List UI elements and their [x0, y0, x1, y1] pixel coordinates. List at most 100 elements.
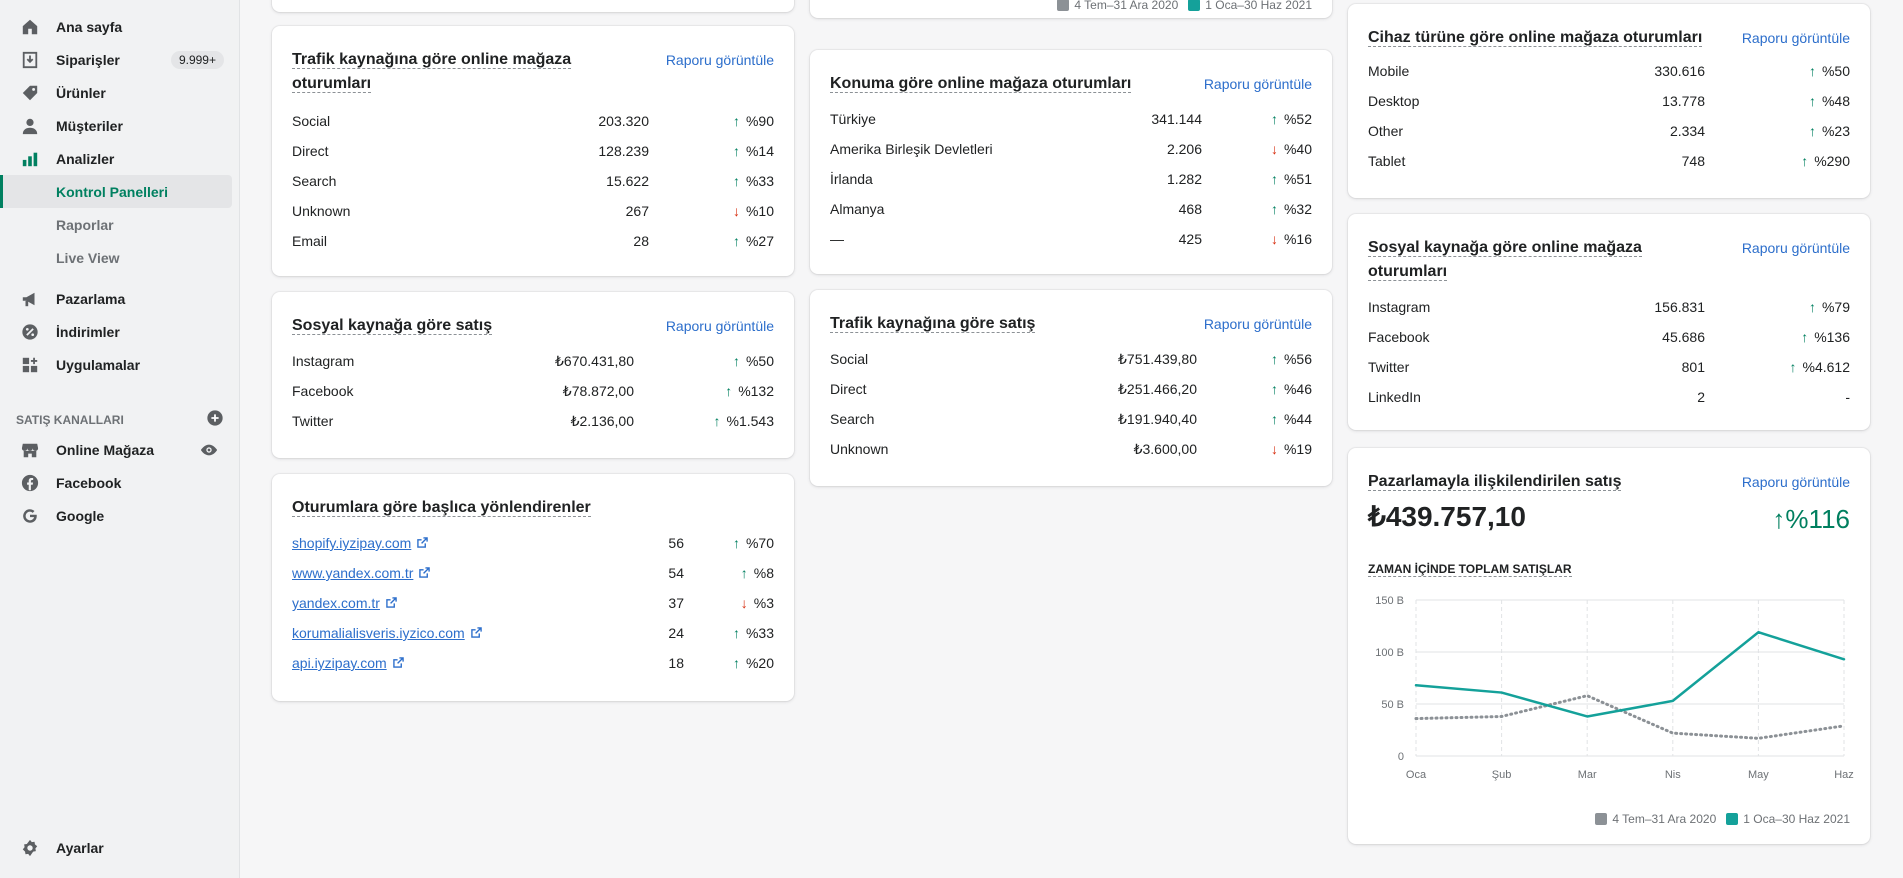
row-value: 128.239 [598, 143, 649, 159]
change-value: %23 [1821, 123, 1850, 139]
row-label: Amerika Birleşik Devletleri [830, 141, 993, 157]
row-change: ↓ %16 [1202, 231, 1312, 247]
arrow-up-icon: ↑ [1801, 153, 1809, 169]
card-title: Trafik kaynağına göre satış [830, 315, 1036, 333]
row-change: ↓ %10 [649, 203, 774, 219]
referrer-link[interactable]: www.yandex.com.tr [292, 565, 431, 581]
eye-icon[interactable] [200, 441, 218, 459]
sidebar-subitem-reports[interactable]: Raporlar [0, 208, 232, 241]
sidebar-item-google[interactable]: Google [0, 499, 232, 532]
bar-chart-icon [20, 149, 40, 169]
arrow-down-icon: ↓ [1270, 231, 1278, 247]
change-value: %40 [1283, 141, 1312, 157]
row-value: 156.831 [1654, 299, 1705, 315]
row-value: 425 [1178, 231, 1202, 247]
row-label: LinkedIn [1368, 389, 1421, 405]
y-tick-label: 100 B [1375, 647, 1404, 659]
sidebar-subitem-live-view[interactable]: Live View [0, 241, 232, 274]
referrer-link[interactable]: api.iyzipay.com [292, 655, 404, 671]
view-report-link[interactable]: Raporu görüntüle [666, 318, 774, 334]
row-change: ↓ %3 [684, 595, 774, 611]
sidebar-item-customers[interactable]: Müşteriler [0, 109, 232, 142]
change-value: %1.543 [726, 413, 774, 429]
sales-channels-label: SATIŞ KANALLARI [16, 412, 124, 427]
legend-swatch-prev [1057, 0, 1070, 11]
row-label: Twitter [1368, 359, 1410, 375]
referrer-link[interactable]: yandex.com.tr [292, 595, 397, 611]
sidebar-subitem-dashboards[interactable]: Kontrol Panelleri [0, 175, 232, 208]
row-value: 267 [625, 203, 649, 219]
change-value: %27 [745, 233, 774, 249]
row-label: Facebook [292, 383, 354, 399]
referrer-row: www.yandex.com.tr 54 ↑ %8 [292, 558, 774, 588]
row-label: Türkiye [830, 111, 876, 127]
view-report-link[interactable]: Raporu görüntüle [1742, 474, 1850, 490]
arrow-up-icon: ↑ [1270, 171, 1278, 187]
table-row: Unknown ₺3.600,00 ↓ %19 [830, 434, 1312, 464]
view-report-link[interactable]: Raporu görüntüle [1204, 316, 1312, 332]
arrow-up-icon: ↑ [1808, 63, 1816, 79]
row-value: 24 [668, 625, 684, 641]
sidebar-item-online-store[interactable]: Online Mağaza [0, 433, 232, 466]
tag-icon [20, 83, 40, 103]
external-link-icon [386, 595, 397, 611]
sales-over-time-chart: 0 50 B 100 B 150 B Oca Şub Mar Nis May Haz [1375, 595, 1854, 781]
row-change: ↑ %4.612 [1705, 359, 1850, 375]
view-report-link[interactable]: Raporu görüntüle [1204, 76, 1312, 92]
row-label: Instagram [292, 353, 355, 369]
legend-swatch-current [1726, 813, 1739, 825]
row-value: 37 [668, 595, 684, 611]
row-change: - [1705, 389, 1850, 405]
referrer-link-text: korumalialisveris.iyzico.com [292, 625, 465, 641]
sidebar-item-home[interactable]: Ana sayfa [0, 10, 232, 43]
sidebar-item-orders[interactable]: Siparişler 9.999+ [0, 43, 232, 76]
arrow-up-icon: ↑ [732, 143, 740, 159]
row-label: yandex.com.tr [292, 595, 624, 611]
change-value: %132 [738, 383, 774, 399]
add-channel-icon[interactable] [206, 409, 224, 430]
referrer-link[interactable]: korumalialisveris.iyzico.com [292, 625, 482, 641]
arrow-up-icon: ↑ [1808, 123, 1816, 139]
sidebar-item-discounts[interactable]: İndirimler [0, 315, 232, 348]
referrer-link[interactable]: shopify.iyzipay.com [292, 535, 429, 551]
arrow-up-icon: ↑ [1801, 329, 1809, 345]
card-top-referrers: Oturumlara göre başlıca yönlendirenler s… [272, 474, 794, 701]
view-report-link[interactable]: Raporu görüntüle [1742, 240, 1850, 256]
sidebar-item-settings[interactable]: Ayarlar [0, 831, 232, 864]
arrow-up-icon: ↑ [732, 233, 740, 249]
change-value: %8 [753, 565, 774, 581]
sidebar-item-apps[interactable]: Uygulamalar [0, 348, 232, 381]
row-change: ↑ %50 [634, 353, 774, 369]
card-location-sessions: Konuma göre online mağaza oturumları Rap… [810, 50, 1332, 274]
y-tick-label: 0 [1398, 751, 1404, 763]
sales-channels-heading: SATIŞ KANALLARI [16, 409, 224, 430]
sidebar-item-products[interactable]: Ürünler [0, 76, 232, 109]
row-label: Almanya [830, 201, 885, 217]
row-value: 15.622 [606, 173, 649, 189]
sidebar-item-label: Kontrol Panelleri [56, 183, 169, 200]
arrow-up-icon: ↑ [732, 655, 740, 671]
arrow-down-icon: ↓ [732, 203, 740, 219]
google-icon [20, 506, 40, 526]
table-row: Türkiye 341.144 ↑ %52 [830, 104, 1312, 134]
arrow-up-icon: ↑ [1270, 201, 1278, 217]
view-report-link[interactable]: Raporu görüntüle [666, 52, 774, 68]
table-row: Unknown 267 ↓ %10 [292, 196, 774, 226]
sidebar-item-marketing[interactable]: Pazarlama [0, 282, 232, 315]
row-label: Search [292, 173, 337, 189]
change-value: - [1845, 389, 1850, 405]
arrow-up-icon: ↑ [1270, 351, 1278, 367]
legend-label-prev: 4 Tem–31 Ara 2020 [1074, 0, 1179, 12]
change-value: %70 [745, 535, 774, 551]
legend-label-current: 1 Oca–30 Haz 2021 [1205, 0, 1312, 12]
row-value: 1.282 [1166, 171, 1202, 187]
legend-item-current: 1 Oca–30 Haz 2021 [1188, 0, 1312, 12]
card-marketing-sales: Pazarlamayla ilişkilendirilen satış Rapo… [1348, 448, 1870, 844]
row-value: ₺670.431,80 [555, 352, 634, 369]
row-value: 341.144 [1151, 111, 1202, 127]
sidebar-item-facebook[interactable]: Facebook [0, 466, 232, 499]
sidebar-item-analytics[interactable]: Analizler [0, 142, 232, 175]
arrow-up-icon: ↑ [740, 565, 748, 581]
view-report-link[interactable]: Raporu görüntüle [1742, 30, 1850, 46]
x-tick-label: Oca [1406, 769, 1427, 781]
